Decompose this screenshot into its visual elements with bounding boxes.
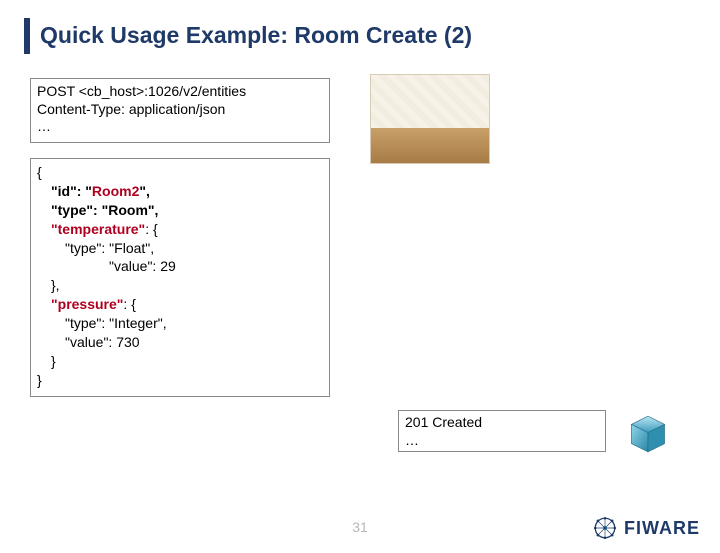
http-request-box: POST <cb_host>:1026/v2/entities Content-… [30, 78, 330, 143]
body-id-line: "id": "Room2", [37, 182, 323, 201]
body-temp-type: "type": "Float", [37, 239, 323, 258]
http-body-box: { "id": "Room2", "type": "Room", "temper… [30, 158, 330, 397]
body-temp-value: "value": 29 [37, 257, 323, 276]
fiware-logo: FIWARE [592, 515, 700, 541]
response-line-1: 201 Created [405, 414, 599, 432]
body-type-line: "type": "Room", [37, 201, 323, 220]
slide-title-bar: Quick Usage Example: Room Create (2) [24, 18, 472, 54]
request-line-3: … [37, 118, 323, 136]
slide-title: Quick Usage Example: Room Create (2) [40, 18, 472, 54]
room-image [370, 74, 490, 164]
body-press-open: "pressure": { [37, 295, 323, 314]
body-temp-close: }, [37, 276, 323, 295]
cube-icon [626, 412, 670, 456]
title-accent [24, 18, 30, 54]
body-press-type: "type": "Integer", [37, 314, 323, 333]
body-close: } [37, 371, 323, 390]
request-line-2: Content-Type: application/json [37, 101, 323, 119]
http-response-box: 201 Created … [398, 410, 606, 452]
response-line-2: … [405, 432, 599, 450]
fiware-logo-icon [592, 515, 618, 541]
request-line-1: POST <cb_host>:1026/v2/entities [37, 83, 323, 101]
body-open: { [37, 163, 323, 182]
body-press-value: "value": 730 [37, 333, 323, 352]
body-temp-open: "temperature": { [37, 220, 323, 239]
body-press-close: } [37, 352, 323, 371]
fiware-logo-text: FIWARE [624, 518, 700, 539]
